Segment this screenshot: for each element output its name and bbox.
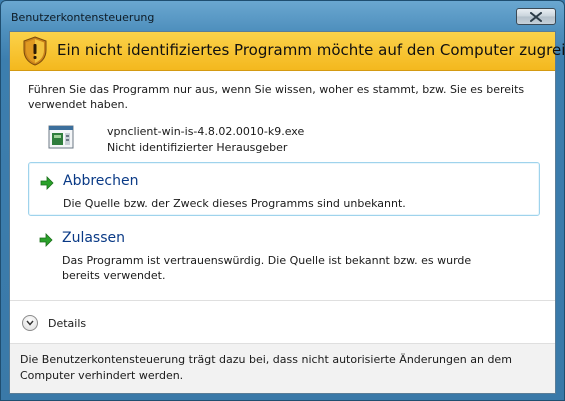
- banner-title: Ein nicht identifiziertes Programm möcht…: [57, 41, 565, 59]
- uac-shield-icon: [23, 36, 47, 66]
- cancel-option-description: Die Quelle bzw. der Zweck dieses Program…: [63, 197, 406, 210]
- footer-text: Die Benutzerkontensteuerung trägt dazu b…: [20, 353, 512, 382]
- program-name: vpnclient-win-is-4.8.02.0010-k9.exe: [107, 125, 305, 138]
- green-arrow-icon: [39, 233, 53, 247]
- footer: Die Benutzerkontensteuerung trägt dazu b…: [10, 344, 555, 393]
- details-label: Details: [48, 317, 87, 330]
- installer-icon: [48, 125, 74, 149]
- separator: [10, 300, 555, 301]
- program-publisher: Nicht identifizierter Herausgeber: [107, 141, 288, 154]
- allow-option[interactable]: Zulassen Das Programm ist vertrauenswürd…: [28, 220, 540, 290]
- warning-banner: Ein nicht identifiziertes Programm möcht…: [10, 32, 564, 71]
- cancel-option[interactable]: Abbrechen Die Quelle bzw. der Zweck dies…: [28, 162, 540, 216]
- cancel-option-title: Abbrechen: [63, 173, 139, 189]
- title-bar[interactable]: Benutzerkontensteuerung: [1, 1, 564, 31]
- details-toggle[interactable]: Details: [22, 313, 112, 335]
- window-title: Benutzerkontensteuerung: [11, 11, 155, 24]
- allow-option-description: Das Programm ist vertrauenswürdig. Die Q…: [62, 254, 472, 282]
- chevron-down-icon: [22, 315, 38, 331]
- intro-text: Führen Sie das Programm nur aus, wenn Si…: [28, 83, 525, 111]
- uac-dialog-window: Benutzerkontensteuerung Ein nicht identi…: [0, 0, 565, 401]
- close-button[interactable]: [516, 8, 556, 25]
- green-arrow-icon: [40, 176, 54, 190]
- dialog-content: Ein nicht identifiziertes Programm möcht…: [9, 31, 564, 394]
- allow-option-title: Zulassen: [62, 230, 126, 246]
- close-icon: [530, 11, 542, 22]
